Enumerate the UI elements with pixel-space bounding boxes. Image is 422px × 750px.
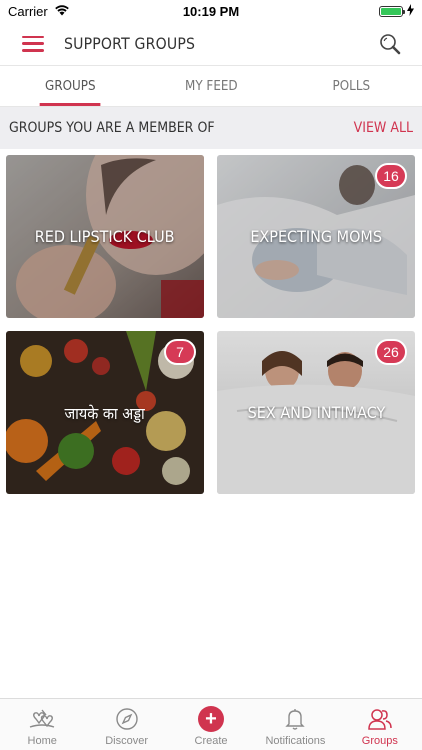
tab-label: MY FEED [184,79,238,94]
status-right [379,3,414,19]
group-card-badge: 26 [375,339,407,365]
nav-groups[interactable]: Groups [338,699,422,750]
nav-home[interactable]: Home [0,699,84,750]
groups-icon [367,705,393,733]
compass-icon [115,705,139,733]
nav-label: Home [27,735,57,747]
group-card-jaayke-ka-adda[interactable]: 7 जायके का अड्डा [6,331,204,494]
section-title: GROUPS YOU ARE A MEMBER OF [9,120,215,136]
group-card-title: जायके का अड्डा [64,403,146,423]
plus-circle-icon: + [198,705,225,733]
search-icon[interactable] [378,32,402,56]
group-card-sex-and-intimacy[interactable]: 26 SEX AND INTIMACY [217,331,415,494]
battery-icon [379,5,405,17]
tab-label: POLLS [332,79,371,94]
hamburger-menu-icon[interactable] [22,35,44,52]
app-header: SUPPORT GROUPS [0,22,422,66]
group-card-expecting-moms[interactable]: 16 EXPECTING MOMS [217,155,415,318]
bottom-nav: Home Discover + Create Notifications Gro… [0,698,422,750]
tab-polls[interactable]: POLLS [287,67,416,106]
tab-label: GROUPS [45,79,96,94]
nav-notifications[interactable]: Notifications [253,699,337,750]
tab-my-feed[interactable]: MY FEED [146,67,275,106]
group-card-title: RED LIPSTICK CLUB [35,227,175,246]
page-title: SUPPORT GROUPS [64,34,196,53]
groups-grid: RED LIPSTICK CLUB 16 EXPECTING MOMS 7 जा… [6,155,416,494]
wifi-icon [54,4,70,19]
nav-label: Discover [105,735,148,747]
carrier-label: Carrier [8,3,48,19]
group-card-badge: 7 [164,339,196,365]
nav-label: Create [194,735,228,747]
status-left: Carrier [8,4,70,19]
view-all-link[interactable]: VIEW ALL [354,120,413,136]
nav-create[interactable]: + Create [169,699,253,750]
tab-groups[interactable]: GROUPS [6,67,135,106]
home-hearts-icon [28,705,56,733]
group-card-badge: 16 [375,163,407,189]
nav-discover[interactable]: Discover [84,699,168,750]
battery-level [381,7,401,15]
group-card-title: EXPECTING MOMS [250,227,382,246]
bell-icon [284,705,306,733]
tab-bar: GROUPS MY FEED POLLS [0,67,422,107]
nav-label: Groups [361,735,398,747]
section-header: GROUPS YOU ARE A MEMBER OF VIEW ALL [0,107,422,149]
status-bar: Carrier 10:19 PM [0,0,422,22]
group-card-red-lipstick-club[interactable]: RED LIPSTICK CLUB [6,155,204,318]
group-card-title: SEX AND INTIMACY [247,403,385,422]
charging-icon [407,3,414,19]
nav-label: Notifications [265,735,326,747]
